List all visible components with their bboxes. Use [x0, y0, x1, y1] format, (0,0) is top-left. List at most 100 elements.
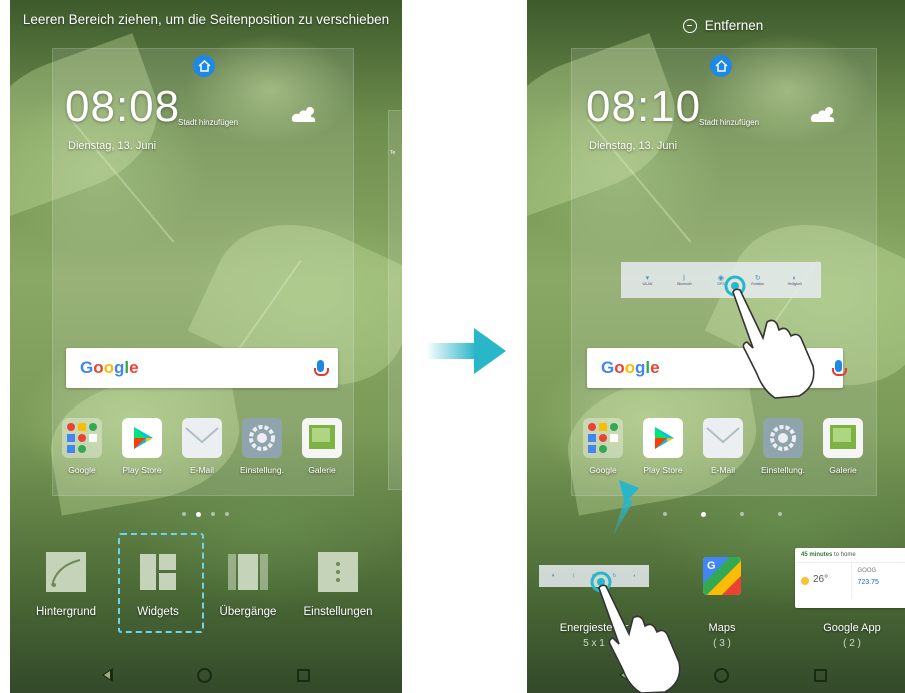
bluetooth-toggle-thumb: ᛒ [572, 573, 576, 579]
page-dot-active[interactable] [701, 512, 706, 517]
gallery-icon [823, 418, 863, 458]
google-folder-icon [62, 418, 102, 458]
app-label: Google [589, 465, 617, 475]
option-settings[interactable]: Einstellungen [293, 552, 383, 618]
app-label: E-Mail [710, 465, 736, 475]
app-label: Play Store [122, 465, 162, 475]
app-google-folder[interactable]: Google [577, 418, 629, 475]
option-transitions[interactable]: Übergänge [203, 552, 293, 618]
app-label: E-Mail [189, 465, 215, 475]
clock-date: Dienstag, 13. Juni [589, 140, 678, 152]
stock-value: 723.75 [857, 579, 879, 586]
add-city-link[interactable]: Stadt hinzufügen [699, 118, 759, 127]
google-folder-icon [583, 418, 623, 458]
drag-hint-text: Leeren Bereich ziehen, um die Seitenposi… [22, 12, 390, 27]
remove-icon [682, 18, 697, 33]
option-label: Übergänge [219, 606, 277, 618]
home-icon[interactable] [197, 667, 213, 683]
drag-up-arrow-icon [613, 480, 639, 536]
recents-icon[interactable] [296, 668, 310, 682]
mic-icon[interactable] [314, 360, 329, 376]
app-label: Einstellung. [240, 465, 284, 475]
clock-time[interactable]: 08:10 [586, 82, 701, 132]
page-dot[interactable] [740, 512, 744, 516]
tap-hand-icon [724, 275, 815, 399]
app-play-store[interactable]: Play Store [637, 418, 689, 475]
temperature: 26° [813, 574, 829, 585]
phone-screen-left: Te Leeren Bereich ziehen, um die Seitenp… [10, 0, 402, 693]
app-google-folder[interactable]: Google [56, 418, 108, 475]
back-icon[interactable] [102, 668, 114, 682]
option-label: Einstellungen [303, 606, 373, 618]
recents-icon[interactable] [813, 668, 827, 682]
phone-screen-right: Entfernen 08:10 Stadt hinzufügen Diensta… [527, 0, 905, 693]
commute-card: 45 minutes to home [795, 548, 905, 563]
bluetooth-toggle[interactable]: ᛒ Bluetooth [677, 275, 692, 286]
app-label: Play Store [643, 465, 683, 475]
widgets-selection-highlight [118, 533, 204, 633]
navigation-bar [527, 657, 905, 693]
wifi-toggle[interactable]: ▾ WLAN [640, 274, 654, 286]
side-page-label: Te [390, 150, 396, 156]
home-page-icon[interactable] [710, 55, 732, 77]
page-dot-active[interactable] [196, 512, 201, 517]
page-dot[interactable] [225, 512, 229, 516]
play-store-icon [643, 418, 683, 458]
app-play-store[interactable]: Play Store [116, 418, 168, 475]
widget-label: Maps [708, 622, 736, 634]
home-page-icon[interactable] [193, 55, 215, 77]
google-app-widget-thumb[interactable]: 45 minutes to home 26° GOOG 723.75 [795, 548, 905, 608]
home-icon[interactable] [714, 667, 730, 683]
drag-hand-icon [590, 571, 681, 693]
settings-icon [242, 418, 282, 458]
app-label: Einstellung. [761, 465, 805, 475]
page-dot[interactable] [182, 512, 186, 516]
google-search-bar[interactable]: Google [66, 348, 338, 388]
transitions-icon [228, 552, 268, 592]
play-store-icon [122, 418, 162, 458]
google-logo: Google [601, 358, 660, 377]
page-dot[interactable] [778, 512, 782, 516]
maps-widget-icon[interactable]: G [703, 557, 741, 595]
settings-icon [763, 418, 803, 458]
widget-label: Google App [823, 622, 881, 634]
mic-icon[interactable] [832, 360, 847, 376]
add-city-link[interactable]: Stadt hinzufügen [178, 118, 238, 127]
app-email[interactable]: E-Mail [176, 418, 228, 475]
transition-arrow-icon [426, 328, 506, 374]
wallpaper-icon [46, 552, 86, 592]
app-settings[interactable]: Einstellung. [236, 418, 288, 475]
weather-cloud-icon[interactable] [809, 104, 839, 124]
email-icon [703, 418, 743, 458]
app-settings[interactable]: Einstellung. [757, 418, 809, 475]
page-dot[interactable] [211, 512, 215, 516]
clock-time[interactable]: 08:08 [65, 82, 180, 132]
weather-card: 26° [795, 563, 852, 599]
remove-label: Entfernen [704, 18, 764, 33]
widget-count: ( 3 ) [713, 638, 731, 649]
app-label: Galerie [308, 465, 336, 475]
more-settings-icon [318, 552, 358, 592]
app-label: Google [68, 465, 96, 475]
app-gallery[interactable]: Galerie [817, 418, 869, 475]
app-email[interactable]: E-Mail [697, 418, 749, 475]
page-dot[interactable] [663, 512, 667, 516]
google-app-cards: 26° GOOG 723.75 [795, 563, 905, 599]
option-label: Hintergrund [35, 606, 97, 618]
remove-zone[interactable]: Entfernen [527, 18, 905, 33]
navigation-bar [10, 657, 402, 693]
wifi-toggle-thumb: ▾ [551, 573, 555, 579]
stock-symbol: GOOG [857, 568, 877, 574]
page-indicator[interactable] [663, 512, 782, 517]
app-label: Galerie [829, 465, 857, 475]
app-gallery[interactable]: Galerie [296, 418, 348, 475]
gallery-icon [302, 418, 342, 458]
next-page-preview[interactable] [388, 110, 402, 490]
widget-count: ( 2 ) [843, 638, 861, 649]
option-wallpaper[interactable]: Hintergrund [21, 552, 111, 618]
page-indicator[interactable] [182, 512, 229, 517]
google-logo: Google [80, 358, 139, 377]
stock-card: GOOG 723.75 [852, 563, 905, 599]
email-icon [182, 418, 222, 458]
weather-cloud-icon[interactable] [290, 104, 320, 124]
